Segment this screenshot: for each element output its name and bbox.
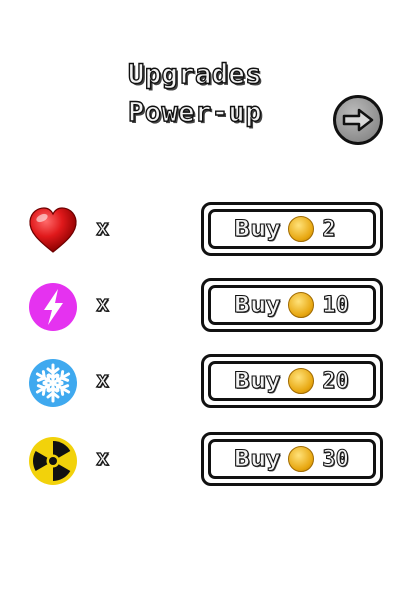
coin-icon — [288, 368, 315, 394]
arrow-right-icon — [342, 108, 374, 132]
snowflake-icon — [29, 359, 77, 407]
coin-icon — [288, 216, 315, 242]
buy-label: Buy — [233, 368, 281, 394]
buy-button-radiation[interactable]: Buy 30 — [201, 432, 383, 486]
buy-label: Buy — [233, 446, 281, 472]
powerup-row-snowflake: x Buy 20 — [0, 354, 400, 410]
buy-label: Buy — [233, 292, 281, 318]
price-value: 30 — [322, 446, 350, 472]
coin-icon — [288, 292, 315, 318]
powerup-row-heart: x Buy 2 — [0, 202, 400, 258]
buy-button-snowflake[interactable]: Buy 20 — [201, 354, 383, 408]
price-value: 20 — [322, 368, 350, 394]
radiation-icon — [29, 437, 77, 485]
buy-button-lightning[interactable]: Buy 10 — [201, 278, 383, 332]
quantity-multiplier: x — [95, 445, 110, 471]
quantity-multiplier: x — [95, 215, 110, 241]
heart-icon — [29, 207, 77, 253]
quantity-multiplier: x — [95, 291, 110, 317]
coin-icon — [288, 446, 315, 472]
lightning-icon — [29, 283, 77, 331]
quantity-multiplier: x — [95, 367, 110, 393]
price-value: 2 — [322, 216, 336, 242]
next-button[interactable] — [333, 95, 383, 145]
page-title: Upgrades Power-up — [110, 56, 280, 132]
title-upgrades: Upgrades — [127, 58, 263, 90]
title-power-up: Power-up — [127, 96, 263, 128]
buy-label: Buy — [233, 216, 281, 242]
powerup-row-lightning: x Buy 10 — [0, 278, 400, 334]
powerup-row-radiation: x Buy 30 — [0, 432, 400, 488]
price-value: 10 — [322, 292, 350, 318]
buy-button-heart[interactable]: Buy 2 — [201, 202, 383, 256]
